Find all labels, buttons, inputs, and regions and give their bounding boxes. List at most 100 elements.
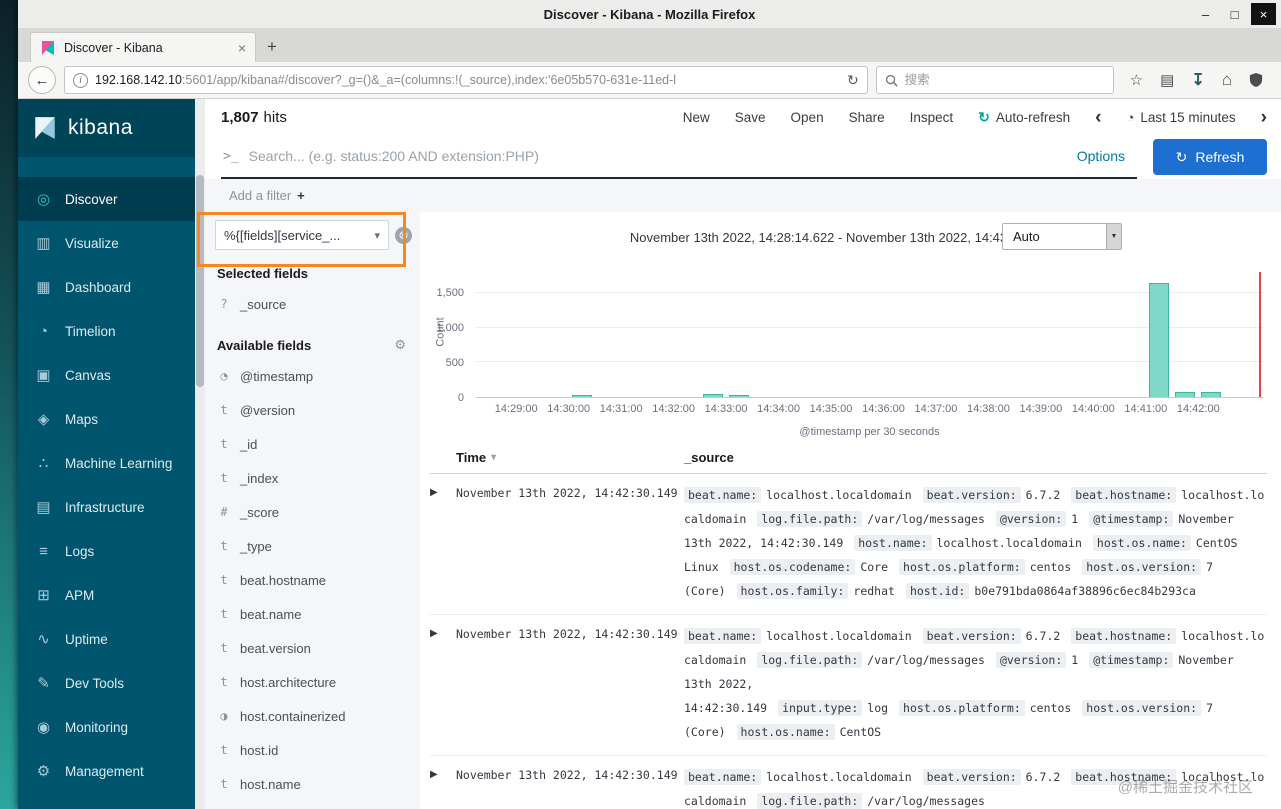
field-item-host-name[interactable]: t host.name [215, 767, 412, 801]
field-item--version[interactable]: t @version [215, 393, 412, 427]
url-bar[interactable]: i 192.168.142.10:5601/app/kibana#/discov… [64, 66, 868, 94]
sidebar-item-management[interactable]: ⚙ Management [18, 749, 195, 793]
inner-scrollbar[interactable] [195, 99, 205, 809]
field-item--score[interactable]: # _score [215, 495, 412, 529]
field-item-host-containerized[interactable]: ◑ host.containerized [215, 699, 412, 733]
field-item--index[interactable]: t _index [215, 461, 412, 495]
back-button[interactable]: ← [28, 66, 56, 94]
time-range-picker[interactable]: ◔ Last 15 minutes [1127, 110, 1236, 125]
available-fields-title: Available fields [217, 337, 312, 353]
browser-search-box[interactable] [875, 66, 1114, 94]
table-row[interactable]: ▶ November 13th 2022, 14:42:30.149 beat.na… [430, 615, 1267, 756]
histogram-bar[interactable] [1175, 392, 1195, 397]
browser-tab-discover-kibana[interactable]: Discover - Kibana × [30, 32, 256, 62]
sidebar-item-dashboard[interactable]: ▦ Dashboard [18, 265, 195, 309]
tab-close-icon[interactable]: × [238, 40, 246, 56]
window-close-button[interactable]: × [1251, 3, 1276, 25]
sidebar-item-infrastructure[interactable]: ▤ Infrastructure [18, 485, 195, 529]
chart-header: November 13th 2022, 14:28:14.622 - Novem… [430, 212, 1267, 262]
home-icon[interactable]: ⌂ [1222, 70, 1232, 90]
sidebar-item-discover[interactable]: ◎ Discover [18, 177, 195, 221]
time-forward-chevron[interactable]: › [1261, 108, 1267, 127]
machine-learning-icon: ∴ [38, 455, 49, 472]
index-pattern-select[interactable]: %{[fields][service_... ▾ [215, 220, 389, 250]
url-host: 192.168.142.10 [95, 73, 182, 87]
y-axis: 0 500 1,000 1,500 [430, 272, 470, 404]
inspect-button[interactable]: Inspect [910, 110, 954, 125]
interval-value: Auto [1013, 229, 1040, 244]
auto-refresh-button[interactable]: ↻ Auto-refresh [978, 109, 1070, 126]
sidebar-item-label: Logs [65, 543, 95, 559]
index-pattern-clear-icon[interactable]: ⊗ [395, 226, 412, 244]
interval-select[interactable]: Auto ▼ [1002, 223, 1122, 250]
field-item-beat-version[interactable]: t beat.version [215, 631, 412, 665]
source-field-key: host.id: [905, 583, 970, 599]
field-item--source[interactable]: ? _source [215, 287, 412, 321]
source-field-key: host.os.name: [736, 724, 835, 740]
visualize-icon: ▥ [36, 235, 51, 252]
table-row[interactable]: ▶ November 13th 2022, 14:42:30.149 beat.na… [430, 474, 1267, 615]
shield-icon[interactable] [1249, 72, 1263, 88]
field-item--id[interactable]: t _id [215, 427, 412, 461]
add-filter-plus-icon[interactable]: + [297, 188, 305, 203]
histogram-bar[interactable] [729, 395, 749, 397]
field-item-beat-name[interactable]: t beat.name [215, 597, 412, 631]
gridline [476, 326, 1263, 328]
options-link[interactable]: Options [1077, 148, 1125, 164]
expand-row-icon[interactable]: ▶ [430, 483, 456, 605]
new-button[interactable]: New [683, 110, 710, 125]
add-filter-link[interactable]: Add a filter [229, 188, 291, 203]
scrollbar-thumb[interactable] [196, 175, 204, 387]
bookmark-star-icon[interactable]: ☆ [1130, 71, 1143, 89]
window-minimize-button[interactable]: – [1193, 3, 1218, 25]
window-maximize-button[interactable]: □ [1222, 3, 1247, 25]
open-button[interactable]: Open [791, 110, 824, 125]
histogram-bar[interactable] [1201, 392, 1222, 397]
field-item-host-id[interactable]: t host.id [215, 733, 412, 767]
sidebar-item-machine-learning[interactable]: ∴ Machine Learning [18, 441, 195, 485]
dev-tools-icon: ✎ [37, 675, 50, 692]
share-button[interactable]: Share [849, 110, 885, 125]
downloads-icon[interactable]: ↧ [1191, 70, 1204, 90]
kibana-logo[interactable]: kibana [18, 99, 195, 157]
refresh-button[interactable]: ↻ Refresh [1153, 139, 1267, 175]
histogram-bar[interactable] [571, 395, 592, 397]
save-button[interactable]: Save [735, 110, 766, 125]
sidebar-item-uptime[interactable]: ∿ Uptime [18, 617, 195, 661]
source-field-key: @timestamp: [1089, 652, 1174, 668]
time-column-header[interactable]: Time ▾ [456, 450, 684, 465]
sidebar-item-visualize[interactable]: ▥ Visualize [18, 221, 195, 265]
sidebar-item-apm[interactable]: ⊞ APM [18, 573, 195, 617]
uptime-icon: ∿ [37, 631, 50, 648]
field-item-host-architecture[interactable]: t host.architecture [215, 665, 412, 699]
field-name: host.name [240, 776, 301, 792]
field-name: _index [240, 470, 279, 486]
sidebar-item-canvas[interactable]: ▣ Canvas [18, 353, 195, 397]
page-info-icon[interactable]: i [73, 72, 88, 88]
library-icon[interactable]: ▤ [1160, 71, 1174, 89]
sidebar-item-monitoring[interactable]: ◉ Monitoring [18, 705, 195, 749]
browser-search-input[interactable] [904, 73, 1105, 87]
field-item--timestamp[interactable]: ◔ @timestamp [215, 359, 412, 393]
query-input[interactable] [248, 141, 1067, 171]
fields-settings-gear-icon[interactable]: ⚙ [394, 337, 406, 353]
sidebar-item-logs[interactable]: ≡ Logs [18, 529, 195, 573]
field-item-beat-hostname[interactable]: t beat.hostname [215, 563, 412, 597]
y-tick-label: 1,000 [436, 322, 464, 334]
expand-row-icon[interactable]: ▶ [430, 765, 456, 809]
sidebar-item-label: APM [65, 587, 95, 603]
refresh-button-label: Refresh [1195, 149, 1245, 165]
string-type-icon: t [220, 777, 228, 791]
expand-row-icon[interactable]: ▶ [430, 624, 456, 746]
histogram-bar[interactable] [703, 393, 723, 397]
histogram-bar[interactable] [1148, 282, 1169, 397]
management-icon: ⚙ [36, 763, 51, 780]
sidebar-item-maps[interactable]: ◈ Maps [18, 397, 195, 441]
new-tab-button[interactable]: + [256, 32, 288, 62]
sidebar-item-timelion[interactable]: ◔ Timelion [18, 309, 195, 353]
y-tick-label: 0 [457, 392, 464, 404]
time-back-chevron[interactable]: ‹ [1095, 108, 1101, 127]
field-item--type[interactable]: t _type [215, 529, 412, 563]
reload-icon[interactable]: ↻ [847, 72, 859, 89]
sidebar-item-dev-tools[interactable]: ✎ Dev Tools [18, 661, 195, 705]
